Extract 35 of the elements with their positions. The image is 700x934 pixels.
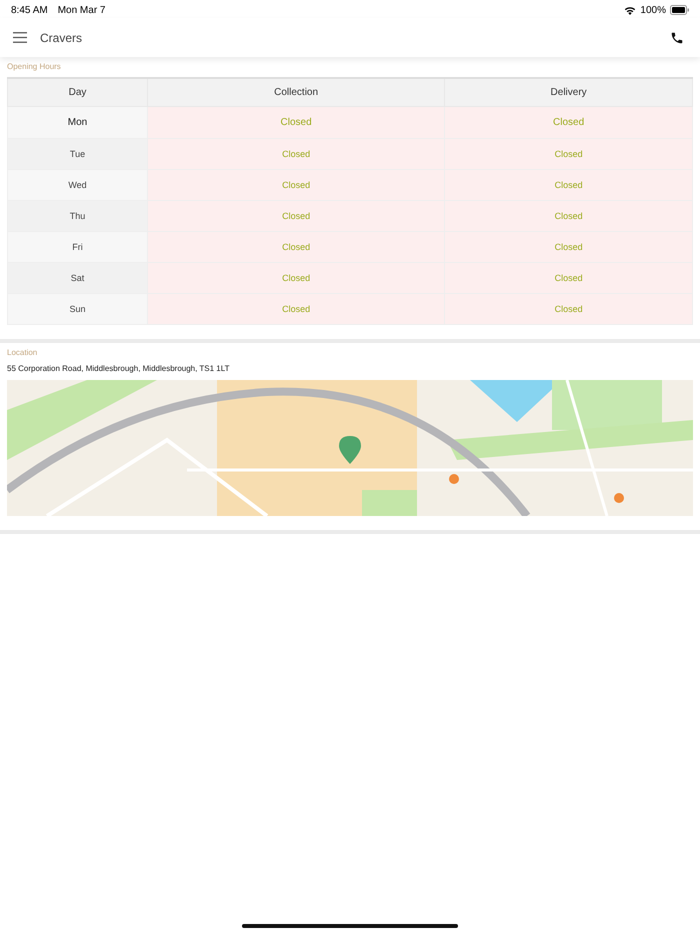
battery-percent: 100% <box>640 4 666 16</box>
status-cell: Closed <box>444 106 692 138</box>
day-cell: Mon <box>8 106 148 138</box>
phone-icon[interactable] <box>670 30 684 44</box>
day-cell: Fri <box>8 232 148 262</box>
section-heading: Opening Hours <box>7 61 62 73</box>
column-header: Day <box>8 78 148 106</box>
wifi-icon <box>624 6 636 14</box>
day-cell: Sat <box>8 262 148 294</box>
status-cell: Closed <box>148 294 445 324</box>
status-cell: Closed <box>444 200 692 232</box>
status-cell: Closed <box>444 170 692 200</box>
day-cell: Thu <box>8 200 148 232</box>
section-heading: Location <box>7 347 38 359</box>
status-cell: Closed <box>148 106 445 138</box>
status-cell: Closed <box>444 262 692 294</box>
status-cell: Closed <box>148 232 445 262</box>
menu-icon[interactable] <box>13 32 27 43</box>
day-cell: Sun <box>8 294 148 324</box>
day-cell: Tue <box>8 138 148 170</box>
nav-title: Cravers <box>40 30 82 44</box>
status-cell: Closed <box>444 294 692 324</box>
battery-icon <box>670 5 690 15</box>
status-cell: Closed <box>148 200 445 232</box>
status-cell: Closed <box>148 170 445 200</box>
address-text: 55 Corporation Road, Middlesbrough, Middlesbrough, TS1 1LT <box>7 363 230 375</box>
column-header: Delivery <box>444 78 692 106</box>
column-header: Collection <box>148 78 445 106</box>
day-cell: Wed <box>8 170 148 200</box>
status-cell: Closed <box>444 138 692 170</box>
status-time: 8:45 AM <box>11 4 48 16</box>
status-cell: Closed <box>148 262 445 294</box>
status-cell: Closed <box>148 138 445 170</box>
status-date: Mon Mar 7 <box>58 4 106 16</box>
status-cell: Closed <box>444 232 692 262</box>
